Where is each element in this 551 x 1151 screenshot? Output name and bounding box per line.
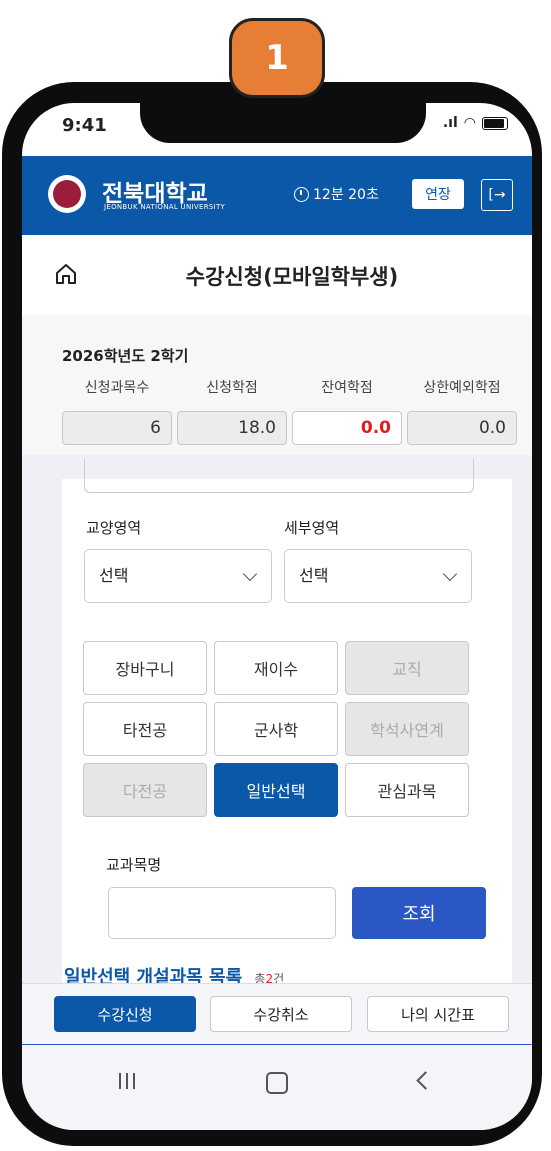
category-retake-button[interactable]: 재이수: [214, 641, 338, 695]
category-cart-button[interactable]: 장바구니: [83, 641, 207, 695]
term-label: 2026학년도 2학기: [62, 347, 189, 365]
summary-value: 0.0: [407, 411, 517, 445]
system-navigation-bar: [22, 1045, 532, 1130]
page-title: 수강신청(모바일학부생): [185, 265, 399, 289]
tab-my-timetable[interactable]: 나의 시간표: [367, 996, 509, 1032]
signal-icon: .ıl: [442, 115, 458, 131]
wifi-icon: ◠: [463, 115, 476, 131]
logout-button[interactable]: [→: [481, 179, 513, 211]
category-multi-major-button: 다전공: [83, 763, 207, 817]
course-name-label: 교과목명: [106, 856, 162, 874]
summary-label: 잔여학점: [321, 380, 373, 396]
timer-text: 12분 20초: [313, 187, 379, 203]
category-bachelor-master-button: 학석사연계: [345, 702, 469, 756]
search-form-card: 교양영역 세부영역 선택 선택 장바구니 재이수 교직 타전공 군사학 학석사연…: [62, 459, 512, 1024]
category-interest-button[interactable]: 관심과목: [345, 763, 469, 817]
search-form-area: 교양영역 세부영역 선택 선택 장바구니 재이수 교직 타전공 군사학 학석사연…: [22, 455, 532, 1024]
category-other-major-button[interactable]: 타전공: [83, 702, 207, 756]
course-name-input[interactable]: [108, 887, 336, 939]
subarea-label: 세부영역: [284, 519, 340, 537]
tab-register[interactable]: 수강신청: [54, 996, 196, 1032]
university-logo-icon: [48, 175, 86, 213]
home-nav-icon[interactable]: [266, 1072, 288, 1094]
university-subtitle: JEONBUK NATIONAL UNIVERSITY: [104, 203, 226, 211]
category-military-button[interactable]: 군사학: [214, 702, 338, 756]
app-header: 전북대학교 JEONBUK NATIONAL UNIVERSITY 12분 20…: [22, 156, 532, 235]
step-number-badge: 1: [229, 18, 325, 98]
chevron-down-icon: [242, 566, 258, 582]
logout-icon: [→: [488, 187, 506, 203]
chevron-down-icon: [442, 566, 458, 582]
summary-applied-credits: 신청학점 18.0: [177, 377, 287, 445]
scrolled-input-field[interactable]: [84, 459, 474, 493]
category-general-elective-button[interactable]: 일반선택: [214, 763, 338, 817]
recent-apps-icon[interactable]: [119, 1073, 135, 1089]
category-teaching-button: 교직: [345, 641, 469, 695]
summary-label: 신청학점: [206, 380, 258, 396]
back-icon[interactable]: [416, 1071, 435, 1090]
area-select-value: 선택: [99, 566, 129, 585]
battery-icon: [482, 116, 508, 130]
tab-cancel[interactable]: 수강취소: [210, 996, 352, 1032]
summary-remaining-credits: 잔여학점 0.0: [292, 377, 402, 445]
credit-summary: 2026학년도 2학기 신청과목수 6 신청학점 18.0 잔여학점 0.0 상…: [22, 315, 532, 455]
area-label: 교양영역: [86, 519, 142, 537]
notch: [140, 103, 426, 143]
status-icons: .ıl ◠: [443, 115, 508, 131]
clock-icon: [294, 186, 309, 202]
summary-exception-credits: 상한예외학점 0.0: [407, 377, 517, 445]
summary-value: 6: [62, 411, 172, 445]
search-button[interactable]: 조회: [352, 887, 486, 939]
subarea-select[interactable]: 선택: [284, 549, 472, 603]
summary-label: 신청과목수: [84, 380, 150, 396]
status-time: 9:41: [62, 115, 107, 136]
extend-session-button[interactable]: 연장: [412, 179, 464, 209]
summary-value: 18.0: [177, 411, 287, 445]
summary-label: 상한예외학점: [423, 380, 501, 396]
subarea-select-value: 선택: [299, 566, 329, 585]
bottom-tab-bar: 수강신청 수강취소 나의 시간표: [22, 983, 532, 1046]
area-select[interactable]: 선택: [84, 549, 272, 603]
phone-screen: 9:41 .ıl ◠ 전북대학교 JEONBUK NATIONAL UNIVER…: [22, 103, 532, 1130]
page-title-bar: 수강신청(모바일학부생): [22, 235, 532, 316]
session-timer: 12분 20초: [294, 184, 379, 204]
summary-applied-courses: 신청과목수 6: [62, 377, 172, 445]
summary-value: 0.0: [292, 411, 402, 445]
